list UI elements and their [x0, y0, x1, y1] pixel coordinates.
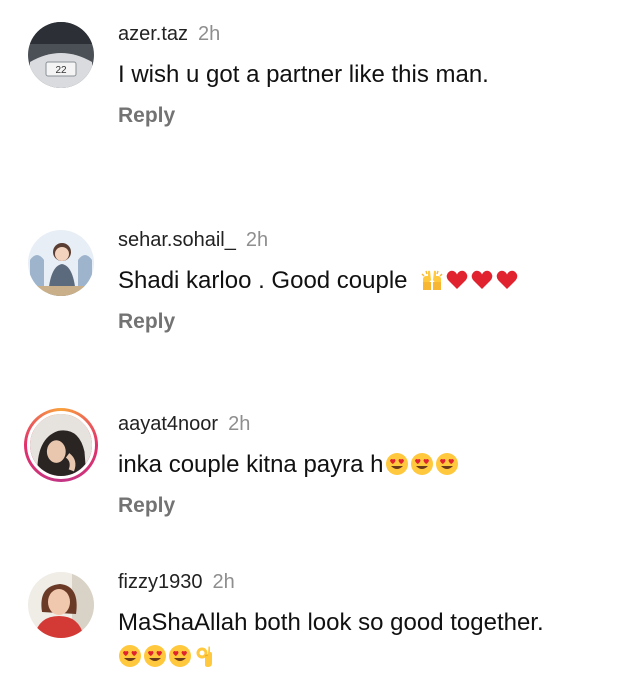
comment-text: I wish u got a partner like this man. — [118, 61, 489, 88]
red-heart-icon — [470, 268, 494, 292]
ok-hand-icon — [193, 644, 217, 668]
comment-username[interactable]: sehar.sohail_ — [118, 229, 236, 251]
red-heart-icon — [495, 268, 519, 292]
heart-eyes-icon — [143, 644, 167, 668]
avatar[interactable]: 22 — [28, 22, 94, 88]
reply-button[interactable]: Reply — [118, 310, 175, 334]
comment-text: Shadi karloo . Good couple — [118, 264, 618, 298]
avatar-car-image: 22 — [28, 22, 94, 88]
comment-timestamp: 2h — [228, 413, 251, 435]
comment-text: inka couple kitna payra h — [118, 448, 618, 482]
red-heart-icon — [445, 268, 469, 292]
comment-text: MaShaAllah both look so good together. — [118, 606, 618, 674]
heart-eyes-icon — [118, 644, 142, 668]
comment-timestamp: 2h — [198, 23, 221, 45]
avatar[interactable] — [28, 572, 94, 638]
avatar-girl-image — [30, 414, 92, 476]
comment-username[interactable]: azer.taz — [118, 23, 188, 45]
comment-timestamp: 2h — [245, 229, 269, 251]
heart-eyes-icon — [168, 644, 192, 668]
comment-username[interactable]: fizzy1930 — [118, 571, 203, 593]
avatar-story-ring[interactable] — [24, 408, 98, 482]
reply-button[interactable]: Reply — [118, 104, 175, 128]
heart-eyes-icon — [435, 452, 459, 476]
avatar-girl-mosque-image — [28, 230, 94, 296]
avatar[interactable] — [28, 230, 94, 296]
heart-eyes-icon — [410, 452, 434, 476]
svg-text:22: 22 — [55, 65, 67, 76]
comment-username[interactable]: aayat4noor — [118, 413, 218, 435]
comment-timestamp: 2h — [212, 571, 235, 593]
heart-eyes-icon — [385, 452, 409, 476]
raising-hands-icon — [420, 268, 444, 292]
avatar-woman-image — [28, 572, 94, 638]
reply-button[interactable]: Reply — [118, 494, 175, 518]
